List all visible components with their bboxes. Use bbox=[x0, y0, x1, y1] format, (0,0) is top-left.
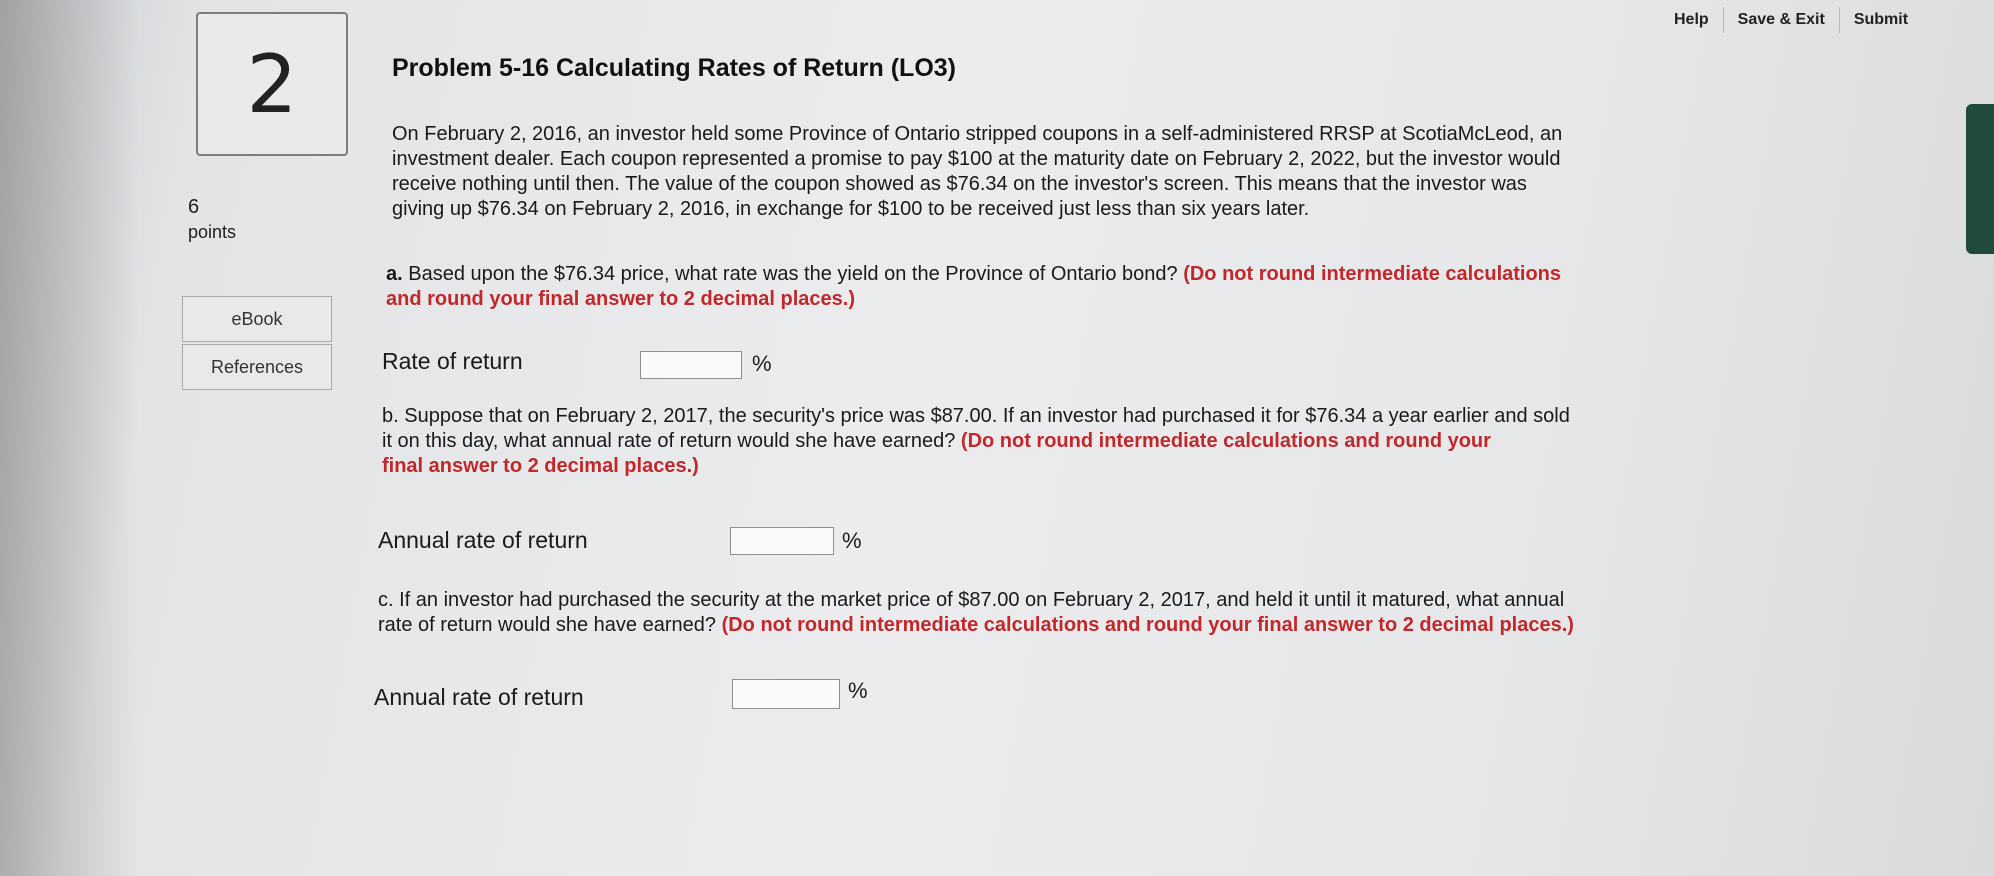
annual-rate-input-b[interactable] bbox=[730, 527, 834, 555]
percent-unit: % bbox=[752, 351, 772, 376]
points-value: 6 bbox=[188, 196, 200, 218]
part-c-line: c. If an investor had purchased the secu… bbox=[378, 589, 1565, 611]
rate-of-return-input[interactable] bbox=[640, 351, 742, 379]
part-a-text: Based upon the $76.34 price, what rate w… bbox=[408, 263, 1178, 285]
part-a-question: a. Based upon the $76.34 price, what rat… bbox=[386, 262, 1561, 312]
annual-rate-label-b: Annual rate of return bbox=[378, 527, 588, 553]
intro-line: giving up $76.34 on February 2, 2016, in… bbox=[392, 198, 1310, 220]
question-number: 2 bbox=[196, 12, 348, 156]
side-panel-tab[interactable] bbox=[1966, 104, 1994, 254]
part-c-question: c. If an investor had purchased the secu… bbox=[378, 588, 1574, 638]
ebook-button[interactable]: eBook bbox=[182, 296, 332, 342]
rate-of-return-label: Rate of return bbox=[382, 348, 523, 374]
references-button[interactable]: References bbox=[182, 344, 332, 390]
help-link[interactable]: Help bbox=[1660, 11, 1723, 29]
annual-rate-input-c[interactable] bbox=[732, 679, 840, 709]
problem-intro: On February 2, 2016, an investor held so… bbox=[392, 122, 1562, 222]
problem-title: Problem 5-16 Calculating Rates of Return… bbox=[392, 54, 956, 82]
part-b-instruction: (Do not round intermediate calculations … bbox=[960, 430, 1491, 452]
intro-line: receive nothing until then. The value of… bbox=[392, 173, 1527, 195]
part-b-line: b. Suppose that on February 2, 2017, the… bbox=[382, 405, 1570, 427]
part-b-text: it on this day, what annual rate of retu… bbox=[382, 430, 956, 452]
intro-line: On February 2, 2016, an investor held so… bbox=[392, 123, 1563, 145]
part-a-instruction: (Do not round intermediate calculations bbox=[1183, 263, 1562, 285]
part-c-text: rate of return would she have earned? bbox=[378, 614, 716, 636]
part-c-instruction: (Do not round intermediate calculations … bbox=[721, 614, 1574, 636]
annual-rate-label-c: Annual rate of return bbox=[374, 684, 584, 710]
part-b-instruction-cont: final answer to 2 decimal places.) bbox=[382, 455, 699, 477]
part-a-letter: a. bbox=[386, 263, 403, 285]
part-a-instruction-cont: and round your final answer to 2 decimal… bbox=[386, 288, 856, 310]
part-b-question: b. Suppose that on February 2, 2017, the… bbox=[382, 404, 1570, 479]
left-shadow bbox=[0, 0, 140, 876]
top-navigation: Help Save & Exit Submit bbox=[1660, 4, 1994, 36]
percent-unit: % bbox=[842, 528, 862, 553]
save-exit-link[interactable]: Save & Exit bbox=[1724, 11, 1839, 29]
submit-link[interactable]: Submit bbox=[1840, 11, 1922, 29]
percent-unit: % bbox=[848, 678, 868, 703]
intro-line: investment dealer. Each coupon represent… bbox=[392, 148, 1561, 170]
points-label: points bbox=[188, 222, 237, 242]
